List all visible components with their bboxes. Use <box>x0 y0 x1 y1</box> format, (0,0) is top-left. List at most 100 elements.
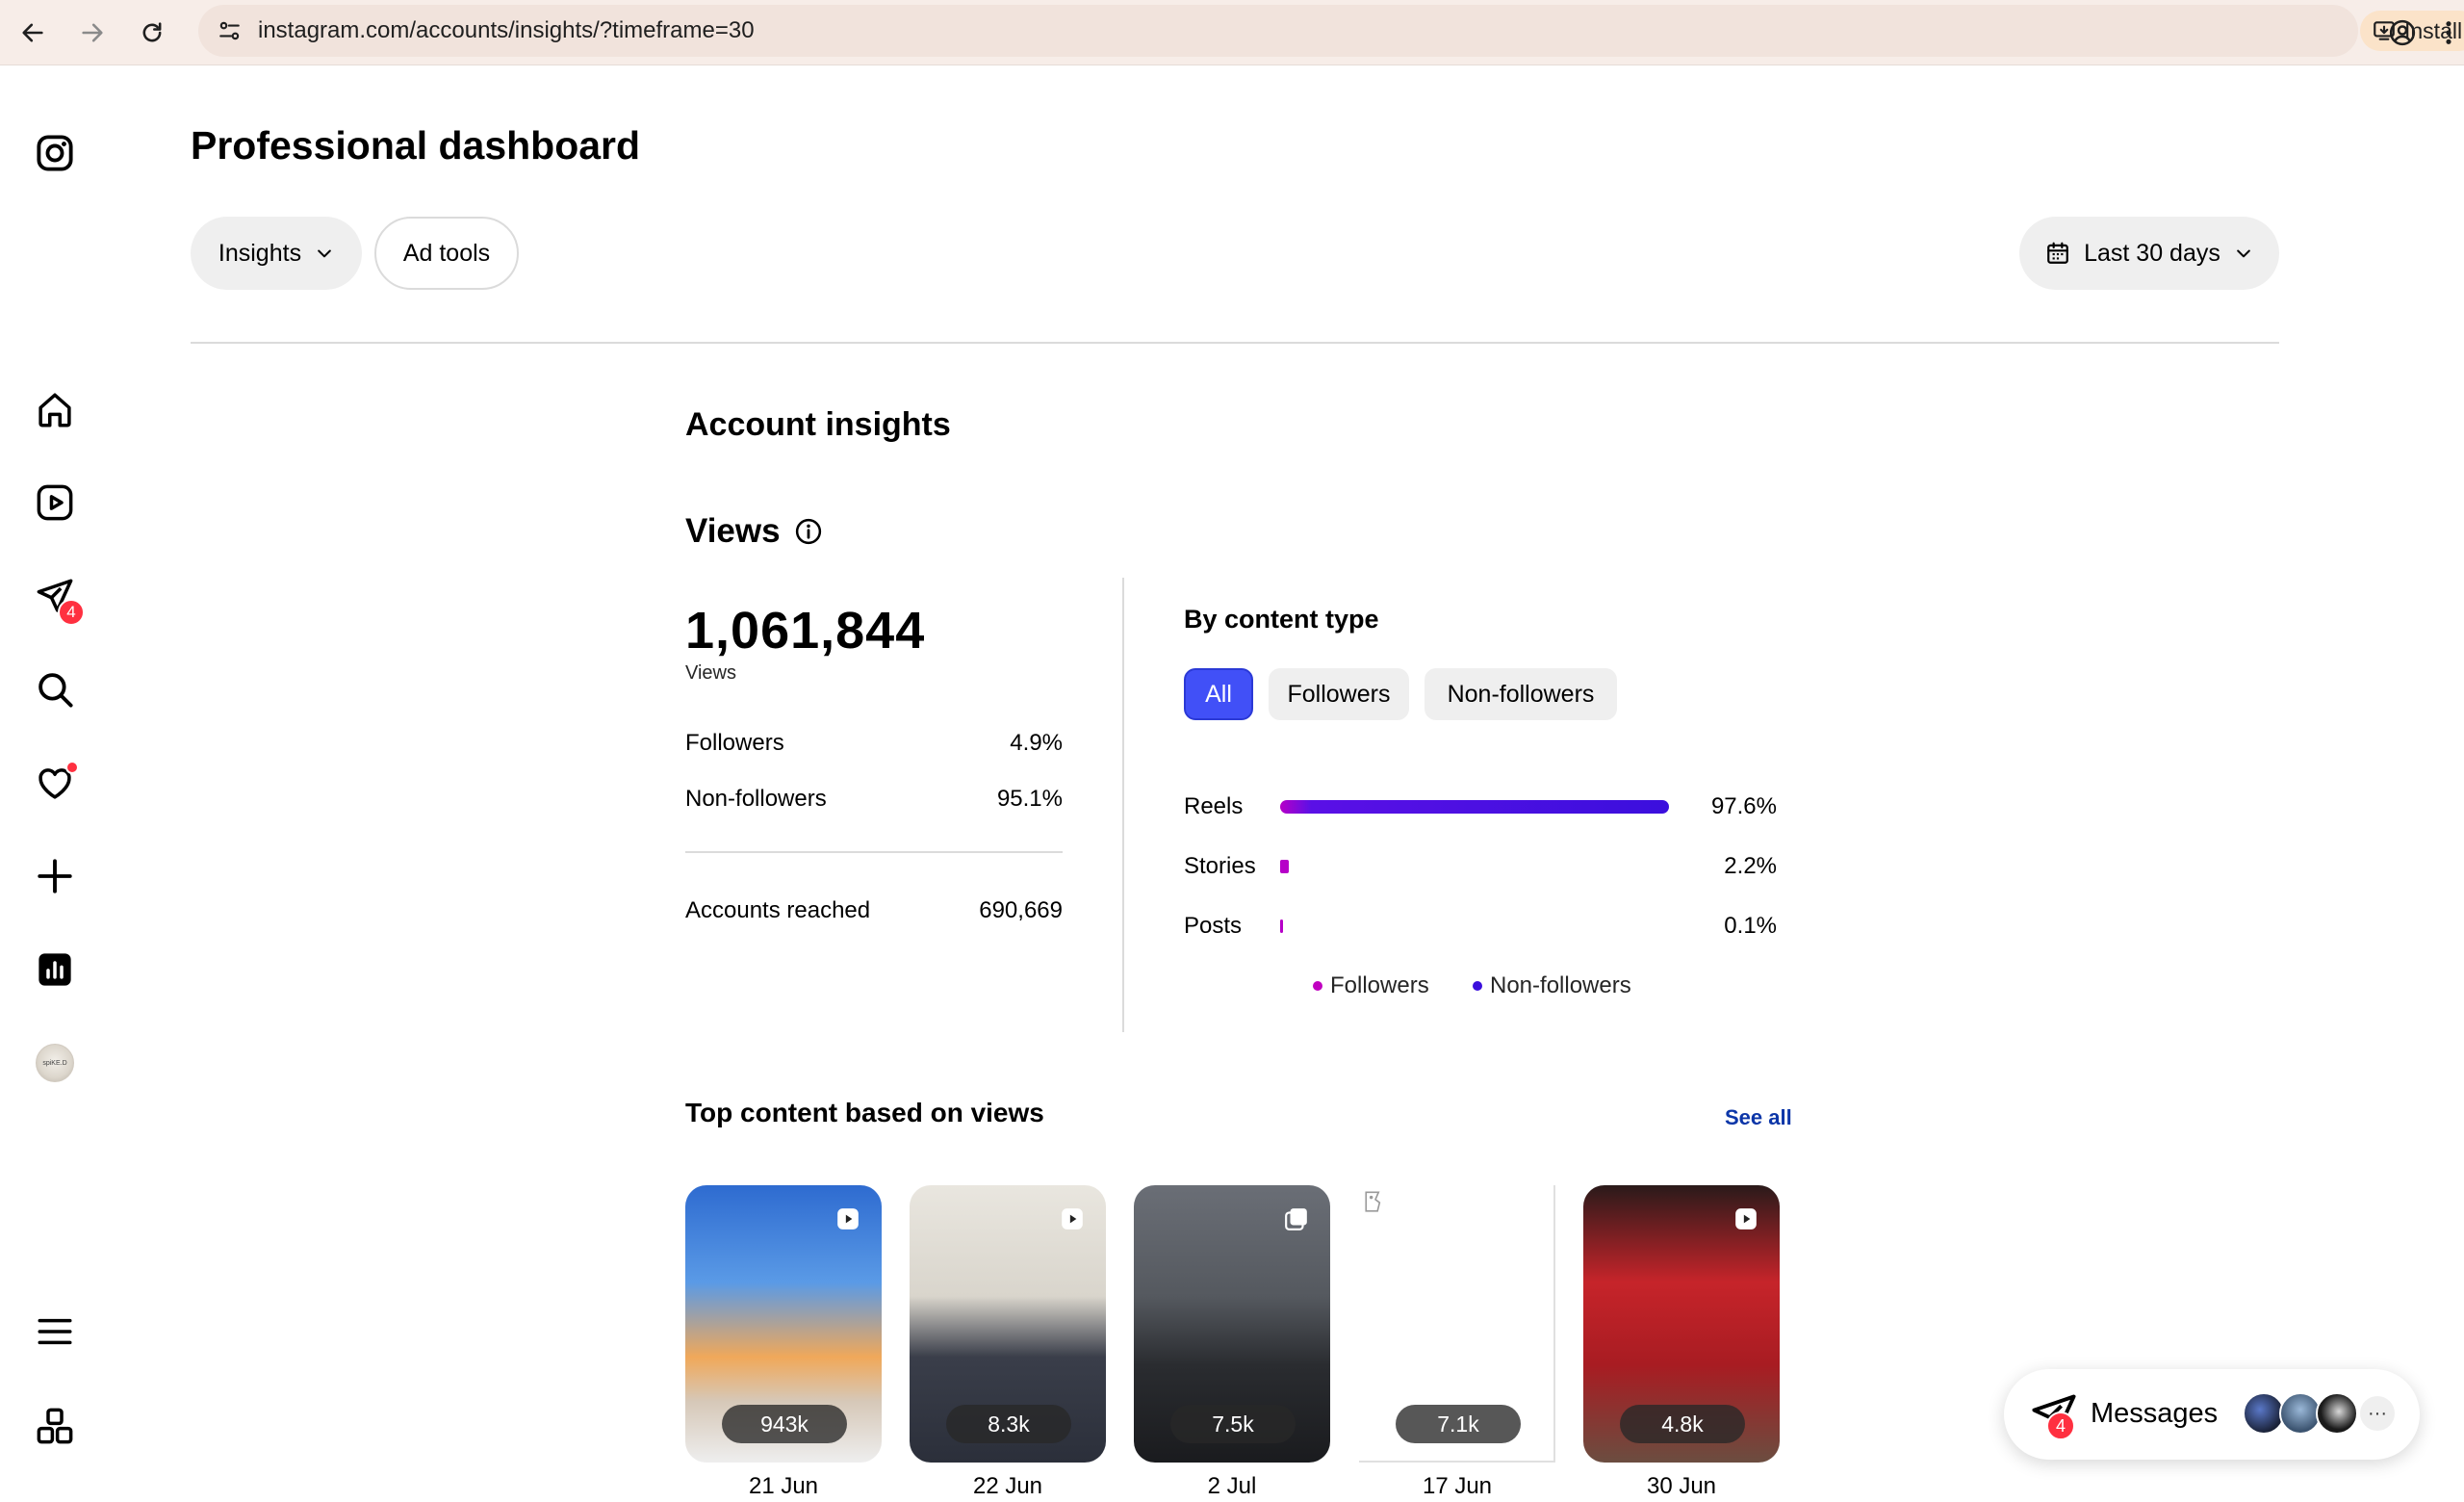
ad-tools-button[interactable]: Ad tools <box>374 217 519 290</box>
views-title: Views <box>685 512 823 551</box>
avatar-text: spiKE.D <box>42 1059 67 1067</box>
content-thumbnail-5[interactable]: 4.8k <box>1583 1185 1780 1463</box>
browser-toolbar: instagram.com/accounts/insights/?timefra… <box>0 0 2464 65</box>
messages-button[interactable]: 4 Messages ··· <box>2004 1369 2420 1460</box>
dashboard-icon[interactable] <box>27 942 83 997</box>
menu-icon[interactable] <box>27 1304 83 1360</box>
create-icon[interactable] <box>27 848 83 904</box>
reel-icon <box>837 1208 859 1230</box>
notifications-icon[interactable] <box>27 755 83 811</box>
bar-track <box>1280 860 1679 873</box>
content-thumbnail-3[interactable]: 7.5k <box>1134 1185 1330 1463</box>
bar-stories <box>1280 860 1290 873</box>
view-count: 7.5k <box>1170 1405 1296 1443</box>
legend-dot-followers <box>1313 981 1322 991</box>
insights-dropdown[interactable]: Insights <box>191 217 362 290</box>
view-count: 943k <box>722 1405 847 1443</box>
see-all-link[interactable]: See all <box>1725 1105 1792 1130</box>
stat-label: Non-followers <box>685 786 827 812</box>
search-icon[interactable] <box>27 661 83 717</box>
reload-icon[interactable] <box>129 10 175 56</box>
url-text[interactable]: instagram.com/accounts/insights/?timefra… <box>258 17 755 44</box>
calendar-icon <box>2047 242 2068 264</box>
bar-track <box>1280 800 1679 814</box>
content-date: 22 Jun <box>972 1473 1043 1499</box>
by-content-type-title: By content type <box>1184 605 1379 634</box>
filter-tab-all[interactable]: All <box>1184 668 1253 720</box>
legend-label: Followers <box>1330 972 1429 998</box>
messages-label: Messages <box>2091 1398 2219 1429</box>
content-thumbnail-4[interactable]: 7.1k <box>1359 1185 1555 1463</box>
profile-avatar-image: spiKE.D <box>36 1044 74 1082</box>
site-settings-icon[interactable] <box>216 16 244 45</box>
bar-label: Posts <box>1184 913 1243 939</box>
bar-posts <box>1280 919 1283 933</box>
sidebar: 4 spiKE.D <box>0 65 112 1502</box>
forward-icon[interactable] <box>69 10 116 56</box>
conversation-avatar <box>2316 1392 2358 1435</box>
content-date: 2 Jul <box>1207 1473 1257 1499</box>
content-date: 17 Jun <box>1422 1473 1493 1499</box>
chevron-down-icon <box>2237 249 2250 258</box>
address-bar[interactable]: instagram.com/accounts/insights/?timefra… <box>198 5 2464 57</box>
account-insights-title: Account insights <box>685 406 951 443</box>
stat-label: Followers <box>685 730 784 756</box>
content-date: 30 Jun <box>1646 1473 1717 1499</box>
content-thumbnail-2[interactable]: 8.3k <box>910 1185 1106 1463</box>
bar-track <box>1280 919 1679 933</box>
more-conversations-icon: ··· <box>2360 1396 2395 1431</box>
profile-avatar[interactable]: spiKE.D <box>27 1035 83 1091</box>
messages-icon[interactable]: 4 <box>27 568 85 626</box>
back-icon[interactable] <box>10 10 56 56</box>
filter-tab-followers[interactable]: Followers <box>1269 668 1409 720</box>
instagram-logo-icon[interactable] <box>27 125 83 181</box>
view-count: 7.1k <box>1396 1405 1521 1443</box>
total-views-value: 1,061,844 <box>685 602 926 660</box>
reels-icon[interactable] <box>27 475 83 531</box>
accounts-reached-value: 690,669 <box>979 897 1063 923</box>
date-range-dropdown[interactable]: Last 30 days <box>2019 217 2279 290</box>
chevron-down-icon <box>318 249 331 258</box>
stat-value: 95.1% <box>996 786 1063 812</box>
bar-label: Reels <box>1184 793 1244 819</box>
total-views-label: Views <box>685 662 736 684</box>
reel-icon <box>1735 1208 1757 1230</box>
messages-badge: 4 <box>2046 1411 2075 1440</box>
bar-label: Stories <box>1184 853 1256 879</box>
view-count: 8.3k <box>946 1405 1071 1443</box>
content-date: 21 Jun <box>748 1473 819 1499</box>
home-icon[interactable] <box>27 382 83 438</box>
accounts-reached-label: Accounts reached <box>685 897 871 923</box>
broken-image-icon <box>1365 1191 1381 1212</box>
vertical-divider <box>1122 578 1124 1032</box>
filter-tab-nonfollowers[interactable]: Non-followers <box>1424 668 1617 720</box>
header-divider <box>191 342 2279 344</box>
accounts-reached-row: Accounts reached 690,669 <box>685 897 1063 924</box>
stat-divider <box>685 851 1063 853</box>
bar-reels <box>1280 800 1670 814</box>
bar-value-label: 2.2% <box>1724 853 1777 879</box>
view-count: 4.8k <box>1620 1405 1745 1443</box>
more-apps-icon[interactable] <box>27 1398 83 1454</box>
content-thumbnail-1[interactable]: 943k <box>685 1185 882 1463</box>
legend-followers: Followers <box>1313 972 1429 999</box>
page-title: Professional dashboard <box>191 123 641 168</box>
top-content-title: Top content based on views <box>685 1098 1044 1127</box>
stat-value: 4.9% <box>1010 730 1063 756</box>
reel-icon <box>1062 1208 1083 1230</box>
notification-dot <box>65 761 79 774</box>
bar-value-label: 0.1% <box>1724 913 1777 939</box>
legend-label: Non-followers <box>1490 972 1631 998</box>
browser-profile-icon[interactable] <box>2379 10 2426 56</box>
followers-stat-row: Followers 4.9% <box>685 730 1063 757</box>
browser-menu-icon[interactable] <box>2435 10 2462 56</box>
insights-label: Insights <box>218 239 302 267</box>
info-icon[interactable] <box>794 517 823 546</box>
legend-dot-nonfollowers <box>1473 981 1482 991</box>
nonfollowers-stat-row: Non-followers 95.1% <box>685 786 1063 813</box>
carousel-icon <box>1285 1208 1307 1230</box>
views-title-text: Views <box>685 512 781 550</box>
ad-tools-label: Ad tools <box>402 239 491 267</box>
messages-badge: 4 <box>58 599 85 626</box>
date-range-label: Last 30 days <box>2084 239 2220 267</box>
